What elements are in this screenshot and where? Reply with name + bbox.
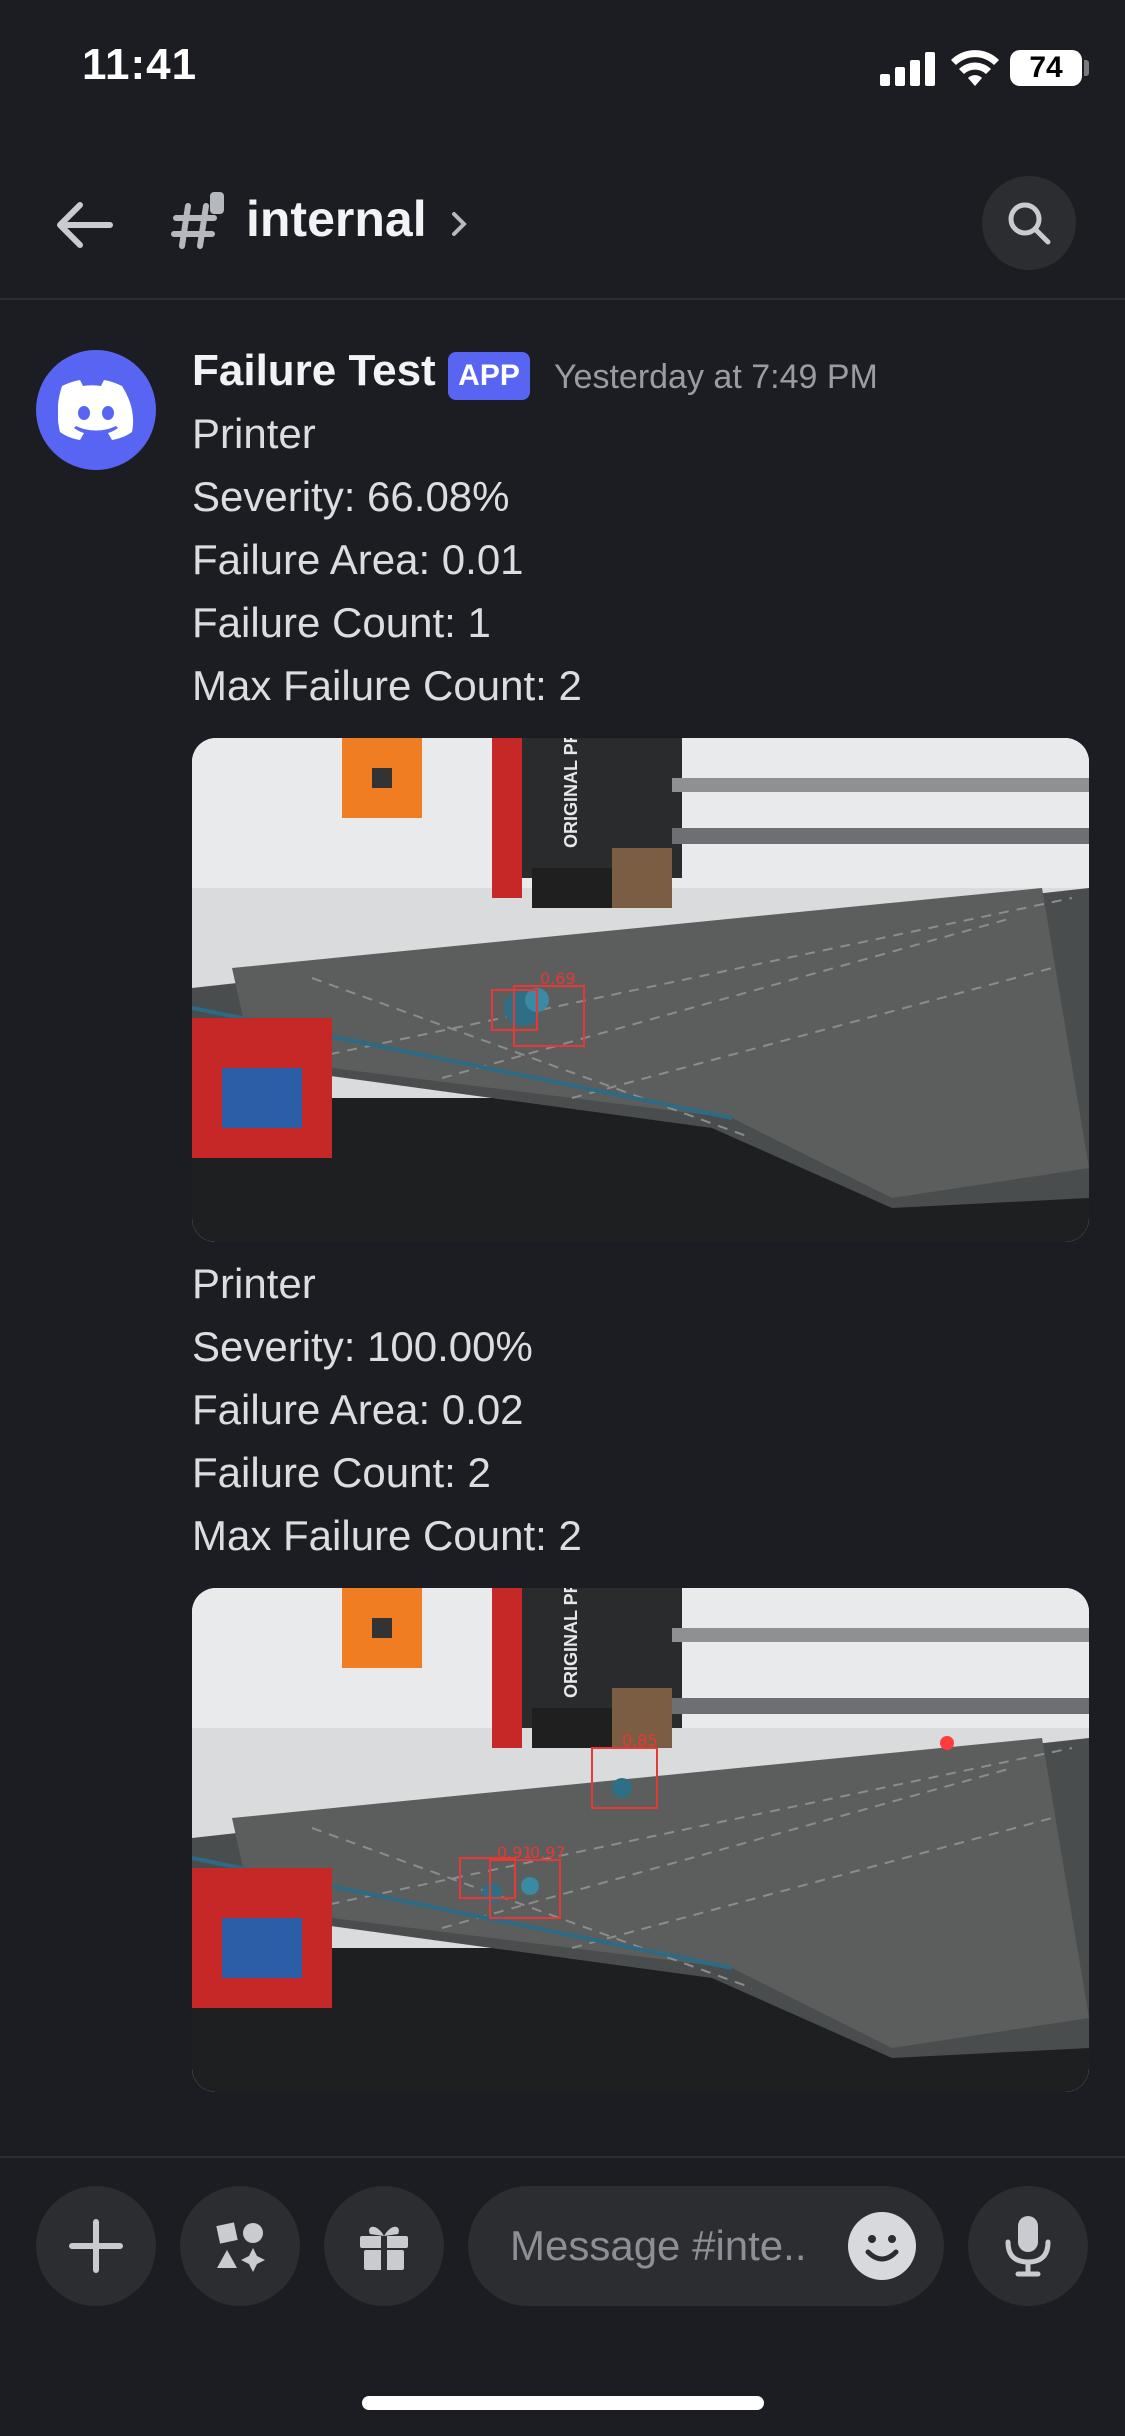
report-severity: Severity: 100.00% <box>192 1323 533 1370</box>
gift-icon <box>360 2226 408 2270</box>
report-failure-count: Failure Count: 2 <box>192 1449 491 1496</box>
detection-label: 0.91 <box>497 1843 533 1862</box>
emoji-icon <box>865 2235 899 2262</box>
report-failure-count: Failure Count: 1 <box>192 599 491 646</box>
chevron-right-icon[interactable] <box>448 204 472 244</box>
message-input[interactable]: Message #inte.. <box>468 2186 944 2306</box>
printer-label: ORIGINAL PRUSA MINI <box>561 1588 581 1698</box>
wifi-icon <box>951 50 999 86</box>
home-indicator[interactable] <box>362 2396 764 2410</box>
gift-button[interactable] <box>324 2186 444 2306</box>
discord-logo-icon <box>58 380 134 440</box>
printer-snapshot-image[interactable]: ORIGINAL PRUSA MINI 0.85 0.91 0.97 <box>192 1588 1089 2092</box>
report-max-failure-count: Max Failure Count: 2 <box>192 662 582 709</box>
battery-indicator: 74 <box>1010 50 1082 86</box>
voice-message-button[interactable] <box>968 2186 1088 2306</box>
battery-tip <box>1084 60 1089 76</box>
status-bar: 11:41 74 <box>0 0 1125 140</box>
emoji-button[interactable] <box>848 2212 916 2280</box>
hash-icon <box>171 192 224 249</box>
printer-snapshot-image[interactable]: ORIGINAL PRUSA MINI 0.69 <box>192 738 1089 1242</box>
channel-header: internal <box>0 160 1125 300</box>
detection-label: 0.97 <box>530 1843 566 1862</box>
apps-icon <box>216 2222 265 2272</box>
apps-button[interactable] <box>180 2186 300 2306</box>
report-max-failure-count: Max Failure Count: 2 <box>192 1512 582 1559</box>
report-severity: Severity: 66.08% <box>192 473 510 520</box>
search-icon <box>1008 202 1051 245</box>
microphone-icon <box>1005 2216 1051 2277</box>
signal-icon <box>880 52 936 86</box>
status-time: 11:41 <box>82 40 198 89</box>
discord-screen: 11:41 74 internal Failure Test APP Yeste… <box>0 0 1125 2436</box>
printer-label: ORIGINAL PRUSA MINI <box>561 738 581 848</box>
message-placeholder: Message #inte.. <box>510 2222 807 2269</box>
plus-icon <box>69 2219 123 2273</box>
search-button[interactable] <box>982 176 1076 270</box>
report-printer: Printer <box>192 1260 316 1307</box>
report-failure-area: Failure Area: 0.02 <box>192 1386 524 1433</box>
back-arrow-icon[interactable] <box>50 190 120 260</box>
report-failure-area: Failure Area: 0.01 <box>192 536 524 583</box>
add-attachment-button[interactable] <box>36 2186 156 2306</box>
message-author[interactable]: Failure Test <box>192 346 436 396</box>
detection-label: 0.69 <box>540 969 576 988</box>
message-timestamp: Yesterday at 7:49 PM <box>554 358 878 396</box>
report-printer: Printer <box>192 410 316 457</box>
avatar[interactable] <box>36 350 156 470</box>
channel-name[interactable]: internal <box>246 190 427 248</box>
app-badge: APP <box>448 352 530 400</box>
composer-divider <box>0 2156 1125 2158</box>
detection-label: 0.85 <box>622 1731 658 1750</box>
